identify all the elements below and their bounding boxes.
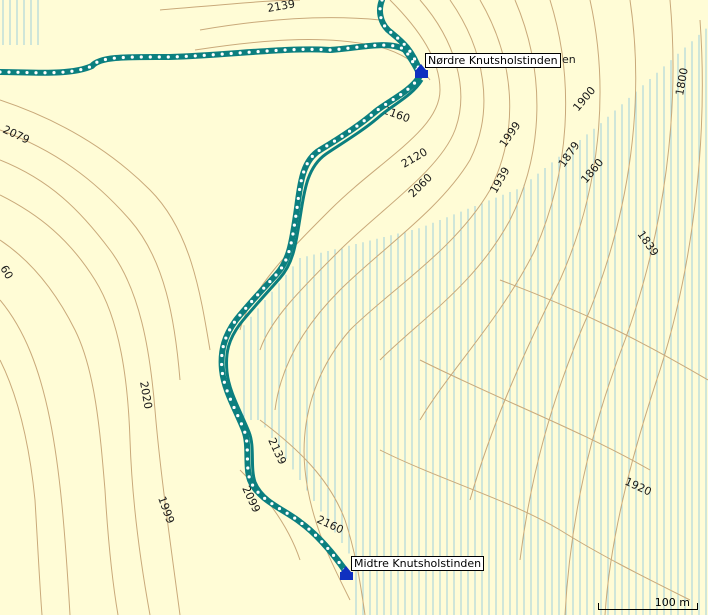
map-canvas: 2139 2079 60 2020 1999 2099 2139 2160 21… (0, 0, 708, 615)
scale-label: 100 m (654, 596, 690, 609)
label-fragment: en (562, 53, 576, 66)
contour-label: 1999 (497, 119, 524, 149)
contour-label: 2139 (266, 0, 296, 15)
contour-label: 2079 (1, 123, 32, 147)
contour-label: 60 (0, 263, 16, 282)
scale-bar: 100 m (598, 596, 698, 612)
topographic-map[interactable]: 2139 2079 60 2020 1999 2099 2139 2160 21… (0, 0, 708, 615)
contour-label: 2060 (406, 171, 435, 200)
contour-label: 1800 (673, 67, 691, 97)
waypoint-label-nordre[interactable]: Nørdre Knutsholstinden (425, 53, 561, 68)
track-points (0, 0, 422, 572)
contour-lines (0, 0, 708, 615)
contour-label: 1939 (487, 165, 512, 196)
contour-label: 2120 (399, 145, 430, 170)
contour-label: 1920 (623, 475, 654, 499)
gps-track[interactable] (0, 0, 424, 575)
contour-label: 1879 (556, 139, 583, 169)
waypoint-label-midtre[interactable]: Midtre Knutsholstinden (351, 556, 485, 571)
contour-label: 1999 (155, 495, 177, 526)
contour-label: 1900 (570, 84, 598, 114)
contour-label: 1860 (578, 156, 606, 186)
